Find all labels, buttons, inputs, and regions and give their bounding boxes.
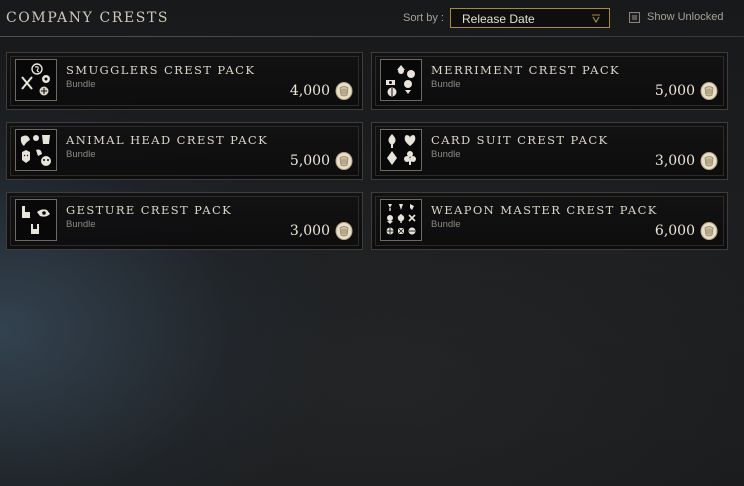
header-divider xyxy=(0,36,744,37)
card-price: 3,000 xyxy=(289,223,330,239)
card-subtitle: Bundle xyxy=(66,79,96,90)
card-price: 3,000 xyxy=(654,153,695,169)
card-title: CARD SUIT CREST PACK xyxy=(431,133,609,147)
sort-label: Sort by : xyxy=(403,12,444,24)
smugglers-crest-icon xyxy=(15,59,57,101)
card-title: WEAPON MASTER CREST PACK xyxy=(431,203,658,217)
animal-head-crest-icon xyxy=(15,129,57,171)
merriment-crest-icon xyxy=(380,59,422,101)
crest-pack-card[interactable]: MERRIMENT CREST PACK Bundle 5,000 xyxy=(371,52,728,110)
card-subtitle: Bundle xyxy=(431,149,461,160)
card-suit-crest-icon xyxy=(380,129,422,171)
card-title: SMUGGLERS CREST PACK xyxy=(66,63,256,77)
marks-of-fortune-coin-icon xyxy=(700,222,718,240)
card-price: 5,000 xyxy=(289,153,330,169)
weapon-master-crest-icon xyxy=(380,199,422,241)
header-bar: COMPANY CRESTS Sort by : Release Date Sh… xyxy=(0,0,744,38)
card-title: GESTURE CREST PACK xyxy=(66,203,233,217)
card-price: 6,000 xyxy=(654,223,695,239)
card-title: ANIMAL HEAD CREST PACK xyxy=(66,133,269,147)
sort-dropdown[interactable]: Release Date xyxy=(450,8,610,28)
card-title: MERRIMENT CREST PACK xyxy=(431,63,621,77)
marks-of-fortune-coin-icon xyxy=(700,152,718,170)
show-unlocked-checkbox[interactable] xyxy=(629,12,640,23)
card-subtitle: Bundle xyxy=(66,219,96,230)
card-price: 4,000 xyxy=(289,83,330,99)
card-subtitle: Bundle xyxy=(431,219,461,230)
crest-pack-card[interactable]: CARD SUIT CREST PACK Bundle 3,000 xyxy=(371,122,728,180)
chevron-down-icon xyxy=(592,14,600,24)
crest-pack-card[interactable]: ANIMAL HEAD CREST PACK Bundle 5,000 xyxy=(6,122,363,180)
gesture-crest-icon xyxy=(15,199,57,241)
card-subtitle: Bundle xyxy=(66,149,96,160)
crest-pack-card[interactable]: WEAPON MASTER CREST PACK Bundle 6,000 xyxy=(371,192,728,250)
marks-of-fortune-coin-icon xyxy=(335,222,353,240)
sort-dropdown-value: Release Date xyxy=(462,12,535,26)
card-price: 5,000 xyxy=(654,83,695,99)
marks-of-fortune-coin-icon xyxy=(335,82,353,100)
marks-of-fortune-coin-icon xyxy=(700,82,718,100)
page-title: COMPANY CRESTS xyxy=(6,10,170,26)
crest-pack-card[interactable]: GESTURE CREST PACK Bundle 3,000 xyxy=(6,192,363,250)
card-subtitle: Bundle xyxy=(431,79,461,90)
show-unlocked-label: Show Unlocked xyxy=(647,11,724,23)
marks-of-fortune-coin-icon xyxy=(335,152,353,170)
crest-pack-card[interactable]: SMUGGLERS CREST PACK Bundle 4,000 xyxy=(6,52,363,110)
